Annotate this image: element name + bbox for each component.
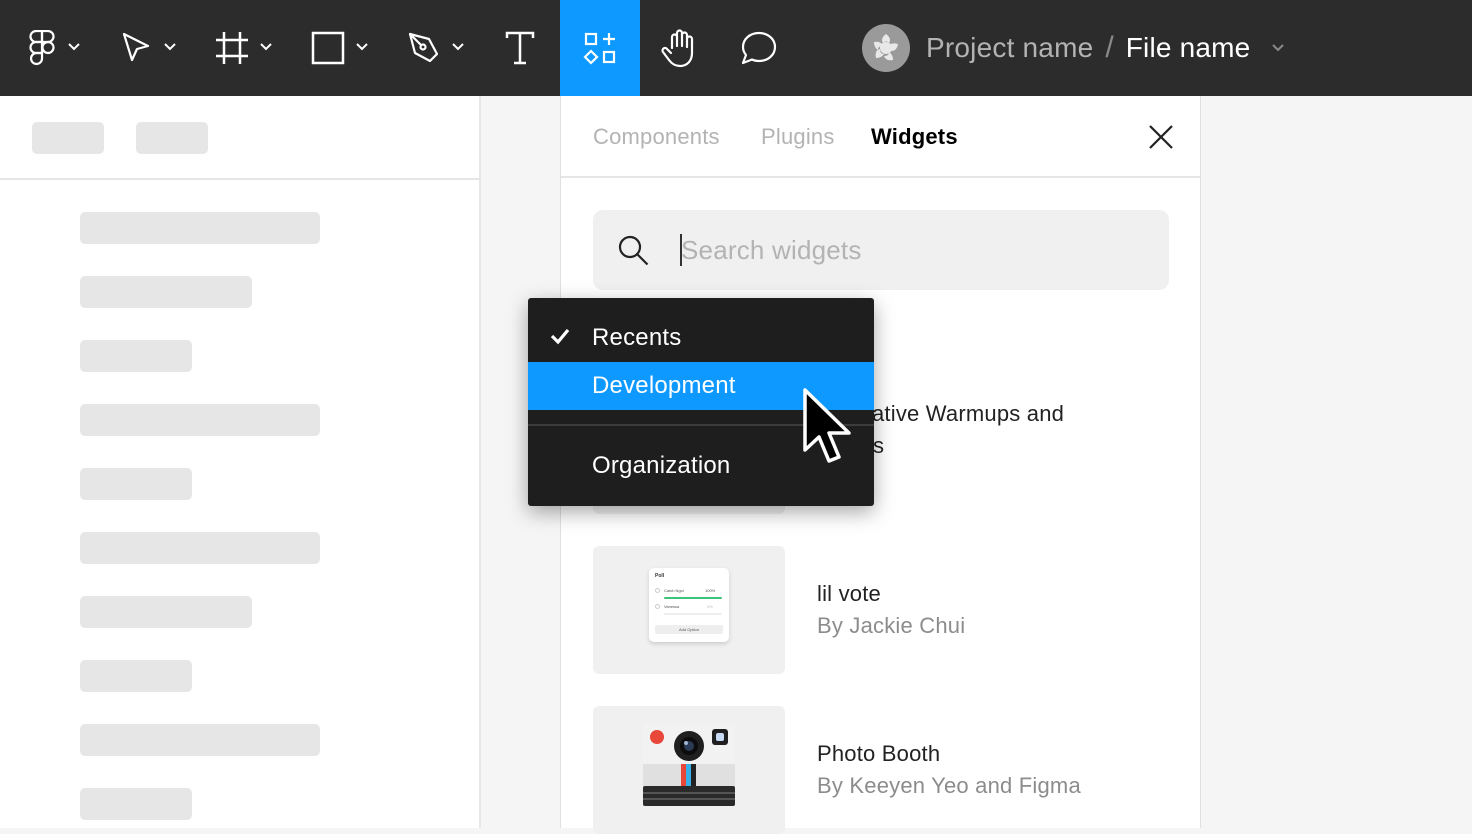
poll-add-option: Add Option bbox=[655, 625, 723, 634]
cursor-arrow-icon bbox=[122, 32, 150, 62]
chevron-down-icon[interactable] bbox=[356, 43, 368, 51]
placeholder-layer-row[interactable] bbox=[80, 404, 320, 436]
menu-item-label: Recents bbox=[592, 324, 682, 351]
search-widgets-field[interactable]: Search widgets bbox=[593, 210, 1169, 290]
placeholder-layer-row[interactable] bbox=[80, 276, 252, 308]
hand-icon bbox=[661, 29, 694, 68]
placeholder-layer-row[interactable] bbox=[80, 724, 320, 756]
widget-title[interactable]: Photo Booth bbox=[817, 738, 940, 770]
radio-icon bbox=[655, 604, 660, 609]
main-menu-button[interactable] bbox=[24, 0, 60, 96]
placeholder-layer-row[interactable] bbox=[80, 340, 192, 372]
widget-author: By Keeyen Yeo and Figma bbox=[817, 773, 1081, 798]
mouse-pointer-icon bbox=[803, 388, 851, 463]
poll-option: Catch Ngoi bbox=[664, 588, 684, 593]
placeholder-tab[interactable] bbox=[136, 122, 208, 154]
placeholder-layer-row[interactable] bbox=[80, 596, 252, 628]
breadcrumb-separator: / bbox=[1105, 31, 1114, 64]
text-icon bbox=[505, 31, 535, 65]
chevron-down-icon[interactable] bbox=[452, 43, 464, 51]
placeholder-layer-row[interactable] bbox=[80, 788, 192, 820]
placeholder-tab[interactable] bbox=[32, 122, 104, 154]
frame-tool-button[interactable] bbox=[214, 0, 250, 96]
poll-option: Vanessa bbox=[664, 604, 680, 609]
poll-percent: 100% bbox=[705, 588, 716, 593]
hand-tool-button[interactable] bbox=[660, 0, 698, 96]
file-breadcrumb[interactable]: Project name / File name bbox=[862, 24, 1285, 72]
layers-panel-header bbox=[0, 96, 479, 180]
menu-item-recents[interactable]: Recents bbox=[528, 314, 874, 362]
rectangle-icon bbox=[311, 31, 345, 65]
frame-icon bbox=[216, 32, 248, 64]
tab-components[interactable]: Components bbox=[593, 124, 720, 150]
pen-icon bbox=[408, 32, 439, 63]
text-tool-button[interactable] bbox=[504, 0, 536, 96]
layers-panel bbox=[0, 96, 481, 828]
checkmark-icon bbox=[550, 328, 570, 345]
widget-thumbnail-photo-booth[interactable] bbox=[593, 706, 785, 834]
resource-tabs: Components Plugins Widgets bbox=[561, 96, 1200, 178]
pen-tool-button[interactable] bbox=[406, 0, 442, 96]
menu-item-label: Organization bbox=[592, 452, 731, 479]
widget-thumbnail-lil-vote[interactable]: Poll Catch Ngoi 100% Vanessa 0% Add Opti… bbox=[593, 546, 785, 674]
resources-icon bbox=[583, 32, 616, 65]
search-input[interactable]: Search widgets bbox=[681, 235, 862, 266]
chevron-down-icon[interactable] bbox=[68, 43, 80, 51]
move-tool-button[interactable] bbox=[120, 0, 152, 96]
poll-card: Poll Catch Ngoi 100% Vanessa 0% Add Opti… bbox=[649, 568, 729, 642]
poll-percent: 0% bbox=[707, 604, 713, 609]
menu-item-label: Development bbox=[592, 372, 736, 399]
widget-author: By Jackie Chui bbox=[817, 613, 966, 638]
tab-plugins[interactable]: Plugins bbox=[761, 124, 835, 150]
chevron-down-icon[interactable] bbox=[260, 43, 272, 51]
radio-icon bbox=[655, 588, 660, 593]
poll-bar bbox=[664, 597, 722, 599]
close-icon[interactable] bbox=[1148, 124, 1174, 150]
chevron-down-icon[interactable] bbox=[1272, 44, 1285, 52]
shape-tool-button[interactable] bbox=[310, 0, 346, 96]
avatar[interactable] bbox=[862, 24, 910, 72]
placeholder-layer-row[interactable] bbox=[80, 468, 192, 500]
placeholder-layer-row[interactable] bbox=[80, 212, 320, 244]
comment-icon bbox=[741, 31, 777, 65]
placeholder-layer-row[interactable] bbox=[80, 532, 320, 564]
resources-tool-button[interactable] bbox=[560, 0, 640, 96]
chevron-down-icon[interactable] bbox=[164, 43, 176, 51]
placeholder-layer-row[interactable] bbox=[80, 660, 192, 692]
widget-title[interactable]: lil vote bbox=[817, 578, 881, 610]
top-toolbar: Project name / File name bbox=[0, 0, 1472, 96]
camera-icon bbox=[643, 724, 735, 806]
poll-bar bbox=[664, 613, 722, 615]
tab-widgets[interactable]: Widgets bbox=[871, 124, 958, 150]
search-icon bbox=[618, 235, 649, 266]
file-name[interactable]: File name bbox=[1126, 32, 1251, 64]
poll-title: Poll bbox=[655, 573, 665, 579]
project-name[interactable]: Project name bbox=[926, 32, 1093, 64]
figma-logo-icon bbox=[29, 30, 55, 66]
avatar-image-icon bbox=[874, 34, 898, 61]
comment-tool-button[interactable] bbox=[740, 0, 778, 96]
